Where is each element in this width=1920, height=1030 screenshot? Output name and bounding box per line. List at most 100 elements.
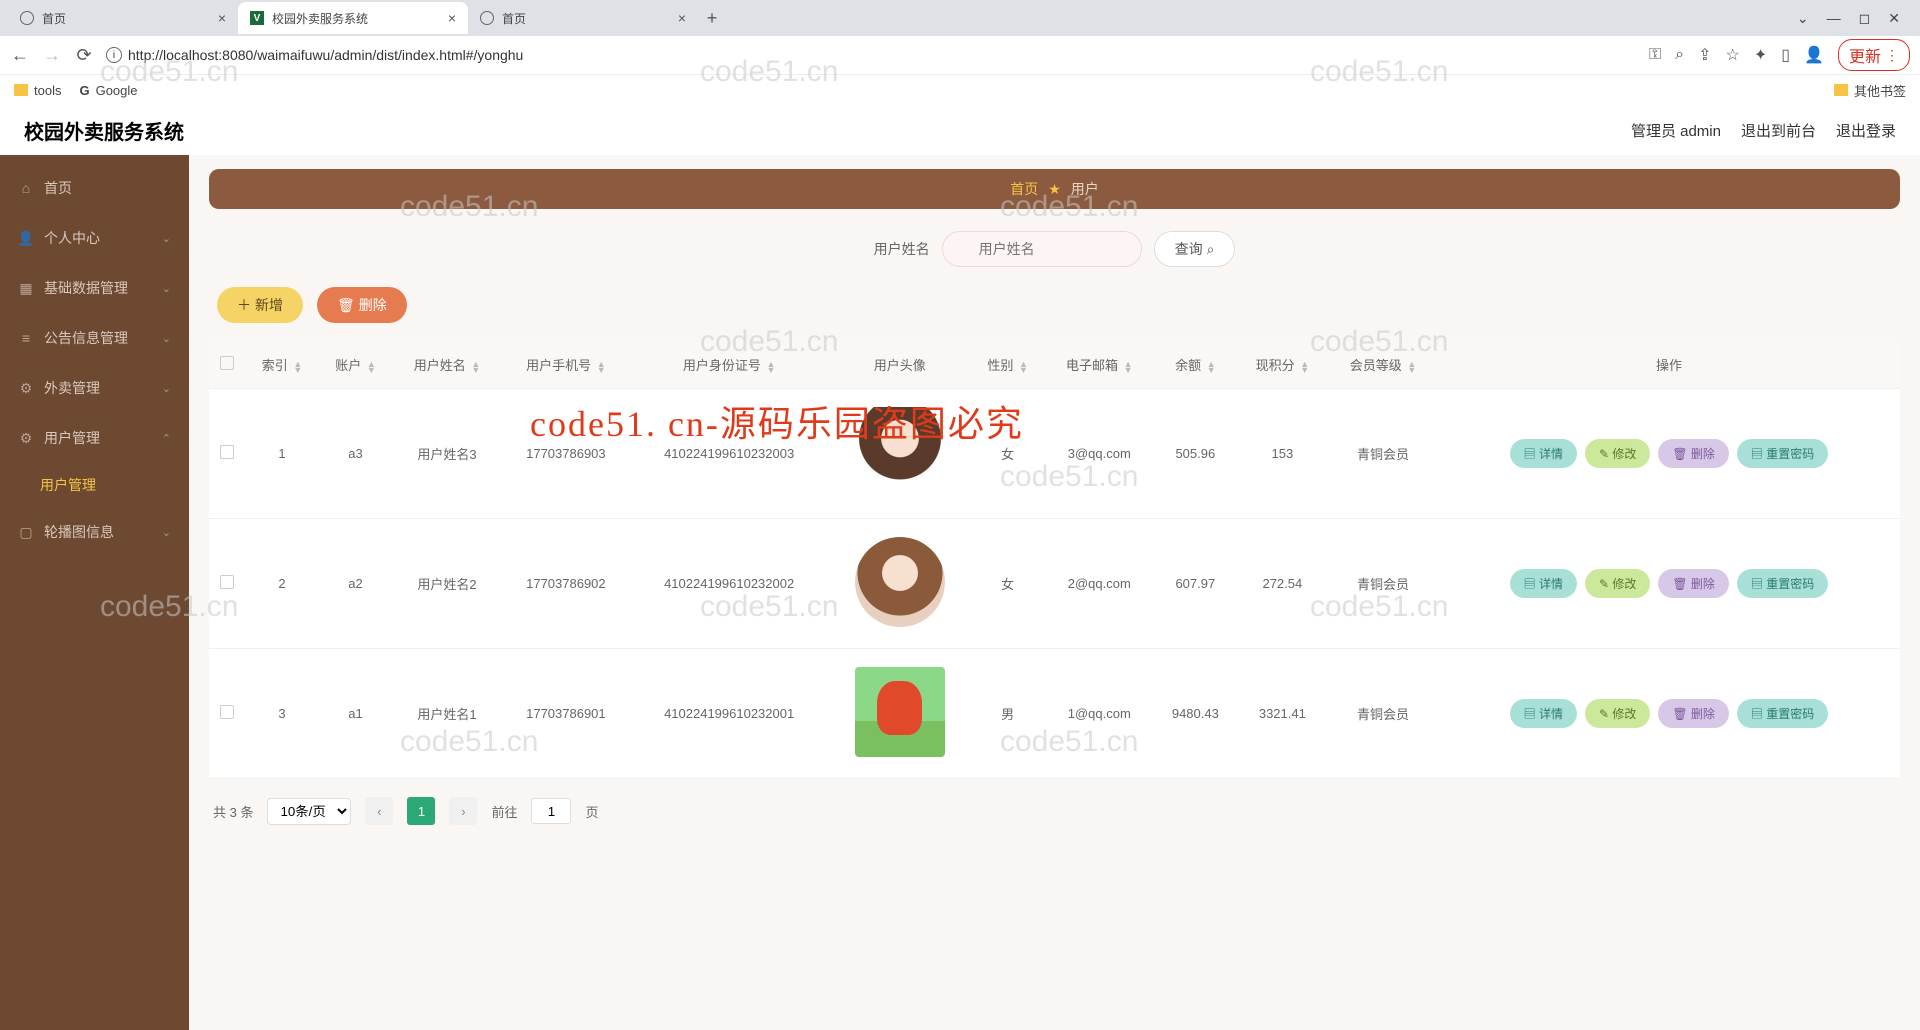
sidebar-item-users[interactable]: ⚙用户管理⌃ [0, 413, 189, 463]
edit-button[interactable]: ✎ 修改 [1585, 569, 1650, 598]
column-header[interactable]: 现积分 ▲▼ [1237, 341, 1329, 389]
cell-balance: 505.96 [1154, 389, 1236, 519]
search-icon[interactable]: ⌕ [1675, 46, 1684, 64]
column-header[interactable]: 用户姓名 ▲▼ [392, 341, 502, 389]
url-text: http://localhost:8080/waimaifuwu/admin/d… [128, 47, 523, 63]
maximize-icon[interactable]: ◻ [1859, 10, 1871, 27]
sort-icon[interactable]: ▲▼ [597, 361, 606, 373]
column-header[interactable]: 用户手机号 ▲▼ [502, 341, 630, 389]
key-icon[interactable]: ⚿ [1649, 46, 1661, 64]
browser-tab-0[interactable]: 首页 × [8, 2, 238, 34]
column-header[interactable]: 会员等级 ▲▼ [1328, 341, 1438, 389]
column-header[interactable]: 用户身份证号 ▲▼ [630, 341, 829, 389]
column-header[interactable]: 性别 ▲▼ [971, 341, 1044, 389]
sort-icon[interactable]: ▲▼ [1019, 361, 1028, 373]
close-window-icon[interactable]: ✕ [1888, 10, 1900, 27]
column-header[interactable]: 索引 ▲▼ [245, 341, 318, 389]
search-input[interactable] [942, 231, 1142, 267]
cell-level: 青铜会员 [1328, 649, 1438, 779]
app-title: 校园外卖服务系统 [24, 116, 184, 145]
row-delete-button[interactable]: 🗑 删除 [1658, 569, 1729, 598]
column-header[interactable] [209, 341, 245, 389]
close-icon[interactable]: × [678, 10, 686, 26]
next-page-button[interactable]: › [449, 797, 477, 825]
sort-icon[interactable]: ▲▼ [1407, 361, 1416, 373]
sort-icon[interactable]: ▲▼ [766, 361, 775, 373]
close-icon[interactable]: × [218, 10, 226, 26]
column-header[interactable]: 账户 ▲▼ [319, 341, 392, 389]
url-input[interactable]: i http://localhost:8080/waimaifuwu/admin… [106, 47, 1637, 63]
page-size-select[interactable]: 10条/页 [267, 798, 351, 825]
prev-page-button[interactable]: ‹ [365, 797, 393, 825]
detail-button[interactable]: ▤ 详情 [1510, 569, 1577, 598]
forward-button[interactable]: → [42, 45, 62, 66]
close-icon[interactable]: × [448, 10, 456, 26]
extensions-icon[interactable]: ✦ [1754, 45, 1767, 65]
edit-button[interactable]: ✎ 修改 [1585, 439, 1650, 468]
sort-icon[interactable]: ▲▼ [1207, 361, 1216, 373]
reset-password-button[interactable]: ▤ 重置密码 [1737, 699, 1828, 728]
bookmark-tools[interactable]: tools [14, 83, 61, 98]
bookmark-icon[interactable]: ☆ [1726, 45, 1740, 65]
row-delete-button[interactable]: 🗑 删除 [1658, 699, 1729, 728]
delete-button[interactable]: 🗑 删除 [317, 287, 407, 323]
cell-avatar [828, 519, 971, 649]
site-info-icon[interactable]: i [106, 47, 122, 63]
reload-button[interactable]: ⟳ [74, 45, 94, 66]
query-button[interactable]: 查询 ⌕ [1154, 231, 1236, 267]
sidebar-item-basedata[interactable]: ▦基础数据管理⌄ [0, 263, 189, 313]
breadcrumb-home[interactable]: 首页 [1010, 179, 1038, 199]
minimize-icon[interactable]: — [1827, 10, 1841, 27]
sidebar-subitem-usermgmt[interactable]: 用户管理 [0, 463, 189, 507]
dropdown-icon[interactable]: ⌄ [1797, 10, 1809, 27]
page-1-button[interactable]: 1 [407, 797, 435, 825]
sidebar-item-takeout[interactable]: ⚙外卖管理⌄ [0, 363, 189, 413]
new-tab-button[interactable]: + [698, 4, 726, 32]
goto-front-link[interactable]: 退出到前台 [1741, 120, 1816, 141]
column-header[interactable]: 电子邮箱 ▲▼ [1044, 341, 1154, 389]
browser-tab-2[interactable]: 首页 × [468, 2, 698, 34]
profile-icon[interactable]: 👤 [1804, 45, 1824, 65]
row-checkbox[interactable] [220, 705, 234, 719]
sidebar-item-carousel[interactable]: ▢轮播图信息⌄ [0, 507, 189, 557]
column-header[interactable]: 操作 [1438, 341, 1900, 389]
bookmark-other[interactable]: 其他书签 [1834, 81, 1906, 100]
add-button[interactable]: ＋ 新增 [217, 287, 303, 323]
sort-icon[interactable]: ▲▼ [367, 361, 376, 373]
reset-password-button[interactable]: ▤ 重置密码 [1737, 439, 1828, 468]
update-button[interactable]: 更新 [1838, 39, 1910, 71]
sidebar-item-home[interactable]: ⌂首页 [0, 163, 189, 213]
address-bar: ← → ⟳ i http://localhost:8080/waimaifuwu… [0, 36, 1920, 74]
admin-label[interactable]: 管理员 admin [1631, 120, 1721, 141]
select-all-checkbox[interactable] [220, 356, 234, 370]
detail-button[interactable]: ▤ 详情 [1510, 439, 1577, 468]
column-header[interactable]: 用户头像 [828, 341, 971, 389]
sort-icon[interactable]: ▲▼ [471, 361, 480, 373]
goto-page-input[interactable] [531, 798, 571, 824]
cell-avatar [828, 649, 971, 779]
row-checkbox[interactable] [220, 575, 234, 589]
sort-icon[interactable]: ▲▼ [1300, 361, 1309, 373]
bookmark-google[interactable]: GGoogle [79, 83, 137, 98]
folder-icon [1834, 84, 1848, 96]
detail-button[interactable]: ▤ 详情 [1510, 699, 1577, 728]
row-delete-button[interactable]: 🗑 删除 [1658, 439, 1729, 468]
logout-link[interactable]: 退出登录 [1836, 120, 1896, 141]
column-header[interactable]: 余额 ▲▼ [1154, 341, 1236, 389]
reset-password-button[interactable]: ▤ 重置密码 [1737, 569, 1828, 598]
cell-ops: ▤ 详情 ✎ 修改 🗑 删除 ▤ 重置密码 [1438, 519, 1900, 649]
tab-title: 首页 [502, 10, 526, 27]
sidebar-item-profile[interactable]: 👤个人中心⌄ [0, 213, 189, 263]
globe-icon [20, 11, 34, 25]
panel-icon[interactable]: ▯ [1781, 45, 1790, 65]
back-button[interactable]: ← [10, 45, 30, 66]
table-body: 1 a3 用户姓名3 17703786903 41022419961023200… [209, 389, 1900, 779]
sort-icon[interactable]: ▲▼ [293, 361, 302, 373]
sidebar-item-notice[interactable]: ≡公告信息管理⌄ [0, 313, 189, 363]
sort-icon[interactable]: ▲▼ [1124, 361, 1133, 373]
globe-icon [480, 11, 494, 25]
row-checkbox[interactable] [220, 445, 234, 459]
browser-tab-1[interactable]: V 校园外卖服务系统 × [238, 2, 468, 34]
share-icon[interactable]: ⇪ [1698, 45, 1711, 65]
edit-button[interactable]: ✎ 修改 [1585, 699, 1650, 728]
